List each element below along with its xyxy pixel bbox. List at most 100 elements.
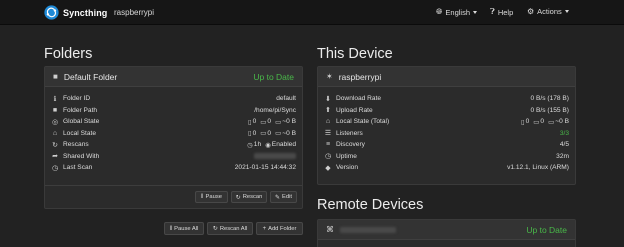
file-icon: ▯ [248, 130, 252, 138]
rescan-interval: 1h [253, 141, 262, 149]
file-count: 0 [525, 118, 530, 126]
row-value: 0 B/s (178 B) [530, 95, 569, 103]
upload-rate-row: ⬆︎ Upload Rate 0 B/s (155 B) [318, 105, 575, 116]
devices-icon: ✶ [326, 72, 333, 81]
folder-path-row: ■ Folder Path /home/pi/Sync [45, 105, 302, 116]
this-device-panel: ✶ raspberrypi ⬇︎ Download Rate 0 B/s (17… [317, 66, 576, 185]
row-value [254, 153, 296, 160]
brand-name: Syncthing [63, 7, 108, 18]
this-device-header[interactable]: ✶ raspberrypi [318, 67, 575, 87]
redacted-device-name [340, 226, 396, 233]
pause-label: Pause [205, 194, 222, 200]
row-label: Rescans [63, 141, 89, 149]
listeners-icon: ☰ [324, 130, 332, 138]
pause-icon: ‖ [201, 194, 204, 200]
listeners-row: ☰ Listeners 3/3 [318, 128, 575, 139]
brand-link[interactable]: Syncthing [44, 4, 107, 21]
tag-icon: ◆ [325, 164, 331, 172]
refresh-icon: ↻ [212, 226, 218, 232]
version-row: ◆ Version v1.12.1, Linux (ARM) [318, 162, 575, 173]
pause-icon: ‖ [169, 225, 173, 232]
row-label: Local State [63, 129, 96, 137]
folder-id-row: ℹ Folder ID default [45, 93, 302, 104]
info-icon: ℹ [53, 95, 57, 103]
folder-icon: ■ [52, 106, 58, 114]
row-label: Download Rate [336, 95, 382, 103]
file-icon: ▯ [521, 118, 525, 126]
globe-icon: 🌐︎ [436, 7, 443, 16]
row-value: ◷ 1h ◉ Enabled [243, 141, 296, 149]
discovery-icon: ≡ [325, 141, 331, 149]
folder-status: Up to Date [253, 71, 294, 82]
row-value[interactable]: 3/3 [560, 130, 569, 137]
clock-icon: ◷ [51, 164, 59, 172]
dir-count: 0 [267, 118, 272, 126]
panel-divider [45, 185, 302, 186]
size-value: ~0 B [555, 118, 569, 126]
actions-menu[interactable]: ⚙ Actions [527, 7, 569, 16]
help-icon: ❓︎ [490, 7, 495, 16]
row-label: Discovery [336, 141, 365, 149]
pause-all-button[interactable]: ‖ Pause All [164, 222, 204, 235]
chevron-down-icon [564, 10, 569, 13]
help-link[interactable]: ❓︎ Help [490, 7, 513, 17]
device-icon: ⌘ [326, 225, 334, 234]
gear-icon: ⚙ [527, 7, 535, 16]
row-value: ▯ 0 ▭ 0 ▭ ~0 B [517, 118, 569, 126]
row-label: Upload Rate [336, 106, 373, 114]
size-value: ~0 B [282, 118, 296, 126]
row-value: default [276, 95, 296, 103]
rescan-label: Rescan [242, 194, 263, 200]
remote-devices-title: Remote Devices [317, 197, 424, 213]
global-state-row: ◎ Global State ▯ 0 ▭ 0 ▭ ~0 B [45, 116, 302, 127]
this-device-title: This Device [317, 46, 393, 62]
refresh-icon: ↻ [52, 141, 58, 149]
rescan-all-button[interactable]: ↻ Rescan All [207, 222, 253, 235]
rescan-button[interactable]: ↻ Rescan [231, 191, 267, 203]
plus-icon: + [262, 225, 267, 232]
shared-with-row: ➦ Shared With [45, 151, 302, 162]
remote-device-panel: ⌘ Up to Date [317, 219, 576, 247]
folders-title: Folders [44, 46, 93, 62]
row-value: v1.12.1, Linux (ARM) [507, 164, 569, 172]
listeners-value: 3/3 [559, 129, 569, 137]
dir-count: 0 [267, 129, 272, 137]
local-state-row: ⌂ Local State ▯ 0 ▭ 0 ▭ ~0 B [45, 128, 302, 139]
home-icon: ⌂ [52, 129, 58, 137]
size-value: ~0 B [282, 129, 296, 137]
folder-name: Default Folder [63, 71, 118, 82]
remote-device-header[interactable]: ⌘ Up to Date [318, 220, 575, 240]
add-folder-button[interactable]: + Add Folder [256, 222, 303, 235]
refresh-icon: ↻ [235, 194, 241, 201]
pencil-icon: ✎ [274, 194, 281, 201]
download-icon: ⬇︎ [325, 95, 331, 103]
row-value: 0 B/s (155 B) [530, 106, 569, 114]
edit-label: Edit [282, 194, 293, 200]
uptime-row: ◷ Uptime 32m [318, 151, 575, 162]
watch-status: Enabled [271, 141, 296, 149]
chevron-down-icon [473, 10, 478, 14]
clock-icon: ◷ [324, 153, 332, 161]
row-value: ▯ 0 ▭ 0 ▭ ~0 B [244, 118, 296, 126]
hdd-icon: ▭ [275, 118, 282, 126]
edit-button[interactable]: ✎ Edit [270, 191, 297, 203]
share-icon: ➦ [52, 153, 58, 161]
hdd-icon: ▭ [275, 130, 282, 138]
row-value[interactable]: 4/5 [560, 141, 569, 148]
folder-icon: ■ [53, 72, 58, 81]
upload-icon: ⬆︎ [325, 107, 331, 115]
row-label: Folder ID [63, 95, 91, 103]
add-folder-label: Add Folder [268, 225, 297, 232]
pause-button[interactable]: ‖ Pause [195, 191, 228, 203]
pause-all-label: Pause All [174, 225, 199, 232]
file-count: 0 [252, 118, 257, 126]
folder-panel-header[interactable]: ■ Default Folder Up to Date [45, 67, 302, 87]
navbar-device-name: raspberrypi [114, 8, 155, 17]
row-label: Global State [63, 118, 100, 126]
local-state-total-row: ⌂ Local State (Total) ▯ 0 ▭ 0 ▭ ~0 B [318, 116, 575, 127]
folder-panel: ■ Default Folder Up to Date ℹ Folder ID … [44, 66, 303, 209]
syncthing-logo-icon [44, 5, 59, 20]
actions-label: Actions [537, 7, 562, 16]
language-menu[interactable]: 🌐︎ English [436, 7, 478, 17]
remote-device-status: Up to Date [526, 224, 567, 235]
